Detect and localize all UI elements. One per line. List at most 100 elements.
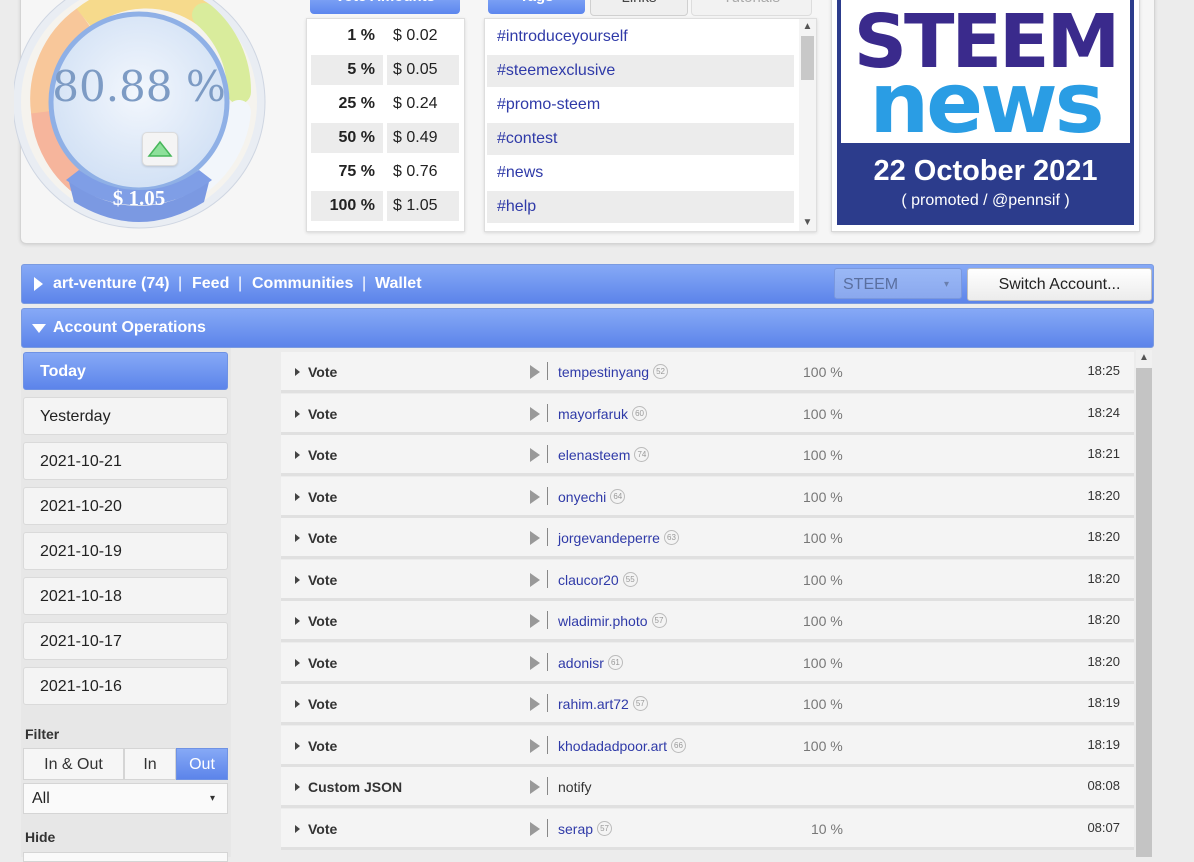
play-icon[interactable] (530, 822, 540, 836)
scroll-down-icon[interactable]: ▼ (799, 215, 816, 231)
filter-out-button[interactable]: Out (176, 748, 228, 780)
target-name: elenasteem (558, 447, 631, 463)
hide-select[interactable] (23, 852, 228, 862)
date-item-yesterday[interactable]: Yesterday (23, 397, 228, 435)
operation-row[interactable]: Vote claucor20 55 100 % 18:20 (281, 560, 1134, 601)
filter-in-out-button[interactable]: In & Out (23, 748, 124, 780)
date-item[interactable]: 2021-10-19 (23, 532, 228, 570)
tab-vote-amounts[interactable]: Vote Amounts (310, 0, 460, 14)
date-item[interactable]: 2021-10-17 (23, 622, 228, 660)
account-link[interactable]: mayorfaruk 60 (558, 405, 648, 423)
date-item[interactable]: 2021-10-21 (23, 442, 228, 480)
account-link[interactable]: adonisr 61 (558, 654, 623, 672)
vote-amount-row[interactable]: 50 % $ 0.49 (307, 121, 464, 155)
feed-link[interactable]: Feed (192, 275, 229, 293)
expand-caret-icon[interactable] (295, 534, 300, 542)
play-icon[interactable] (530, 739, 540, 753)
wallet-link[interactable]: Wallet (375, 275, 422, 293)
vote-up-button[interactable] (142, 132, 178, 166)
play-icon[interactable] (530, 531, 540, 545)
operation-row[interactable]: Vote elenasteem 74 100 % 18:21 (281, 435, 1134, 476)
tag-link[interactable]: #steemexclusive (487, 55, 794, 87)
tag-link[interactable]: #promo-steem (487, 89, 794, 121)
collapse-down-icon[interactable] (32, 324, 46, 333)
scroll-up-icon[interactable]: ▲ (799, 19, 816, 35)
operation-row[interactable]: Vote onyechi 64 100 % 18:20 (281, 477, 1134, 518)
account-link[interactable]: jorgevandeperre 63 (558, 529, 679, 547)
operation-row[interactable]: Vote khodadadpoor.art 66 100 % 18:19 (281, 726, 1134, 767)
scroll-up-icon[interactable]: ▲ (1136, 350, 1152, 366)
operation-row[interactable]: Vote jorgevandeperre 63 100 % 18:20 (281, 518, 1134, 559)
scroll-thumb[interactable] (1136, 368, 1152, 857)
expand-caret-icon[interactable] (295, 451, 300, 459)
operation-type-select[interactable]: All ▾ (23, 783, 228, 814)
account-name-link[interactable]: art-venture (74) (53, 275, 169, 293)
reputation-badge: 55 (622, 571, 638, 587)
date-item[interactable]: 2021-10-20 (23, 487, 228, 525)
play-icon[interactable] (530, 490, 540, 504)
tag-link[interactable]: #news (487, 157, 794, 189)
operation-row[interactable]: Vote mayorfaruk 60 100 % 18:24 (281, 394, 1134, 435)
filter-in-button[interactable]: In (124, 748, 176, 780)
tag-link[interactable]: #help (487, 191, 794, 223)
expand-caret-icon[interactable] (295, 783, 300, 791)
account-nav-bar: art-venture (74) | Feed | Communities | … (21, 264, 1154, 304)
play-icon[interactable] (530, 697, 540, 711)
play-icon[interactable] (530, 448, 540, 462)
account-link[interactable]: serap 57 (558, 820, 613, 838)
scroll-thumb[interactable] (801, 36, 814, 80)
date-item[interactable]: 2021-10-16 (23, 667, 228, 705)
play-icon[interactable] (530, 656, 540, 670)
expand-caret-icon[interactable] (295, 368, 300, 376)
expand-caret-icon[interactable] (295, 700, 300, 708)
play-icon[interactable] (530, 573, 540, 587)
expand-caret-icon[interactable] (295, 659, 300, 667)
vote-amount-row[interactable]: 75 % $ 0.76 (307, 155, 464, 189)
play-icon[interactable] (530, 365, 540, 379)
date-navigation: Today Yesterday 2021-10-21 2021-10-20 20… (21, 348, 231, 862)
account-link[interactable]: claucor20 55 (558, 571, 638, 589)
logo-news-text: news (869, 54, 1104, 152)
expand-caret-icon[interactable] (295, 493, 300, 501)
expand-right-icon[interactable] (34, 277, 43, 291)
account-link[interactable]: khodadadpoor.art 66 (558, 737, 686, 755)
currency-select[interactable]: STEEM ▾ (834, 268, 962, 299)
expand-caret-icon[interactable] (295, 742, 300, 750)
operation-row[interactable]: Custom JSON notify 08:08 (281, 767, 1134, 808)
account-link[interactable]: onyechi 64 (558, 488, 626, 506)
communities-link[interactable]: Communities (252, 275, 353, 293)
tab-tags[interactable]: Tags (488, 0, 585, 14)
account-operations-header[interactable]: Account Operations (21, 308, 1154, 348)
expand-caret-icon[interactable] (295, 576, 300, 584)
vote-amount-row[interactable]: 1 % $ 0.02 (307, 19, 464, 53)
play-icon[interactable] (530, 614, 540, 628)
expand-caret-icon[interactable] (295, 825, 300, 833)
account-link[interactable]: wladimir.photo 57 (558, 612, 667, 630)
vote-amount-row[interactable]: 5 % $ 0.05 (307, 53, 464, 87)
operation-row[interactable]: Vote rahim.art72 57 100 % 18:19 (281, 684, 1134, 725)
tab-tutorials[interactable]: Tutorials (691, 0, 812, 16)
tag-link[interactable]: #introduceyourself (487, 21, 794, 53)
tags-scrollbar[interactable]: ▲ ▼ (799, 19, 816, 231)
play-icon[interactable] (530, 780, 540, 794)
account-link[interactable]: elenasteem 74 (558, 446, 650, 464)
operations-scrollbar[interactable]: ▲ (1136, 350, 1152, 857)
operation-row[interactable]: Vote serap 57 10 % 08:07 (281, 809, 1134, 850)
operation-time: 08:08 (1087, 778, 1120, 793)
steem-news-banner[interactable]: STEEM news 22 October 2021 ( promoted / … (831, 0, 1140, 232)
account-link[interactable]: tempestinyang 52 (558, 363, 669, 381)
tab-links[interactable]: Links (590, 0, 688, 16)
expand-caret-icon[interactable] (295, 617, 300, 625)
tag-link[interactable]: #contest (487, 123, 794, 155)
vote-amount-row[interactable]: 25 % $ 0.24 (307, 87, 464, 121)
date-item[interactable]: 2021-10-18 (23, 577, 228, 615)
expand-caret-icon[interactable] (295, 410, 300, 418)
date-item-today[interactable]: Today (23, 352, 228, 390)
operation-row[interactable]: Vote adonisr 61 100 % 18:20 (281, 643, 1134, 684)
account-link[interactable]: rahim.art72 57 (558, 695, 648, 713)
operation-row[interactable]: Vote tempestinyang 52 100 % 18:25 (281, 352, 1134, 393)
play-icon[interactable] (530, 407, 540, 421)
switch-account-button[interactable]: Switch Account... (967, 268, 1152, 301)
vote-amount-row[interactable]: 100 % $ 1.05 (307, 189, 464, 223)
operation-row[interactable]: Vote wladimir.photo 57 100 % 18:20 (281, 601, 1134, 642)
